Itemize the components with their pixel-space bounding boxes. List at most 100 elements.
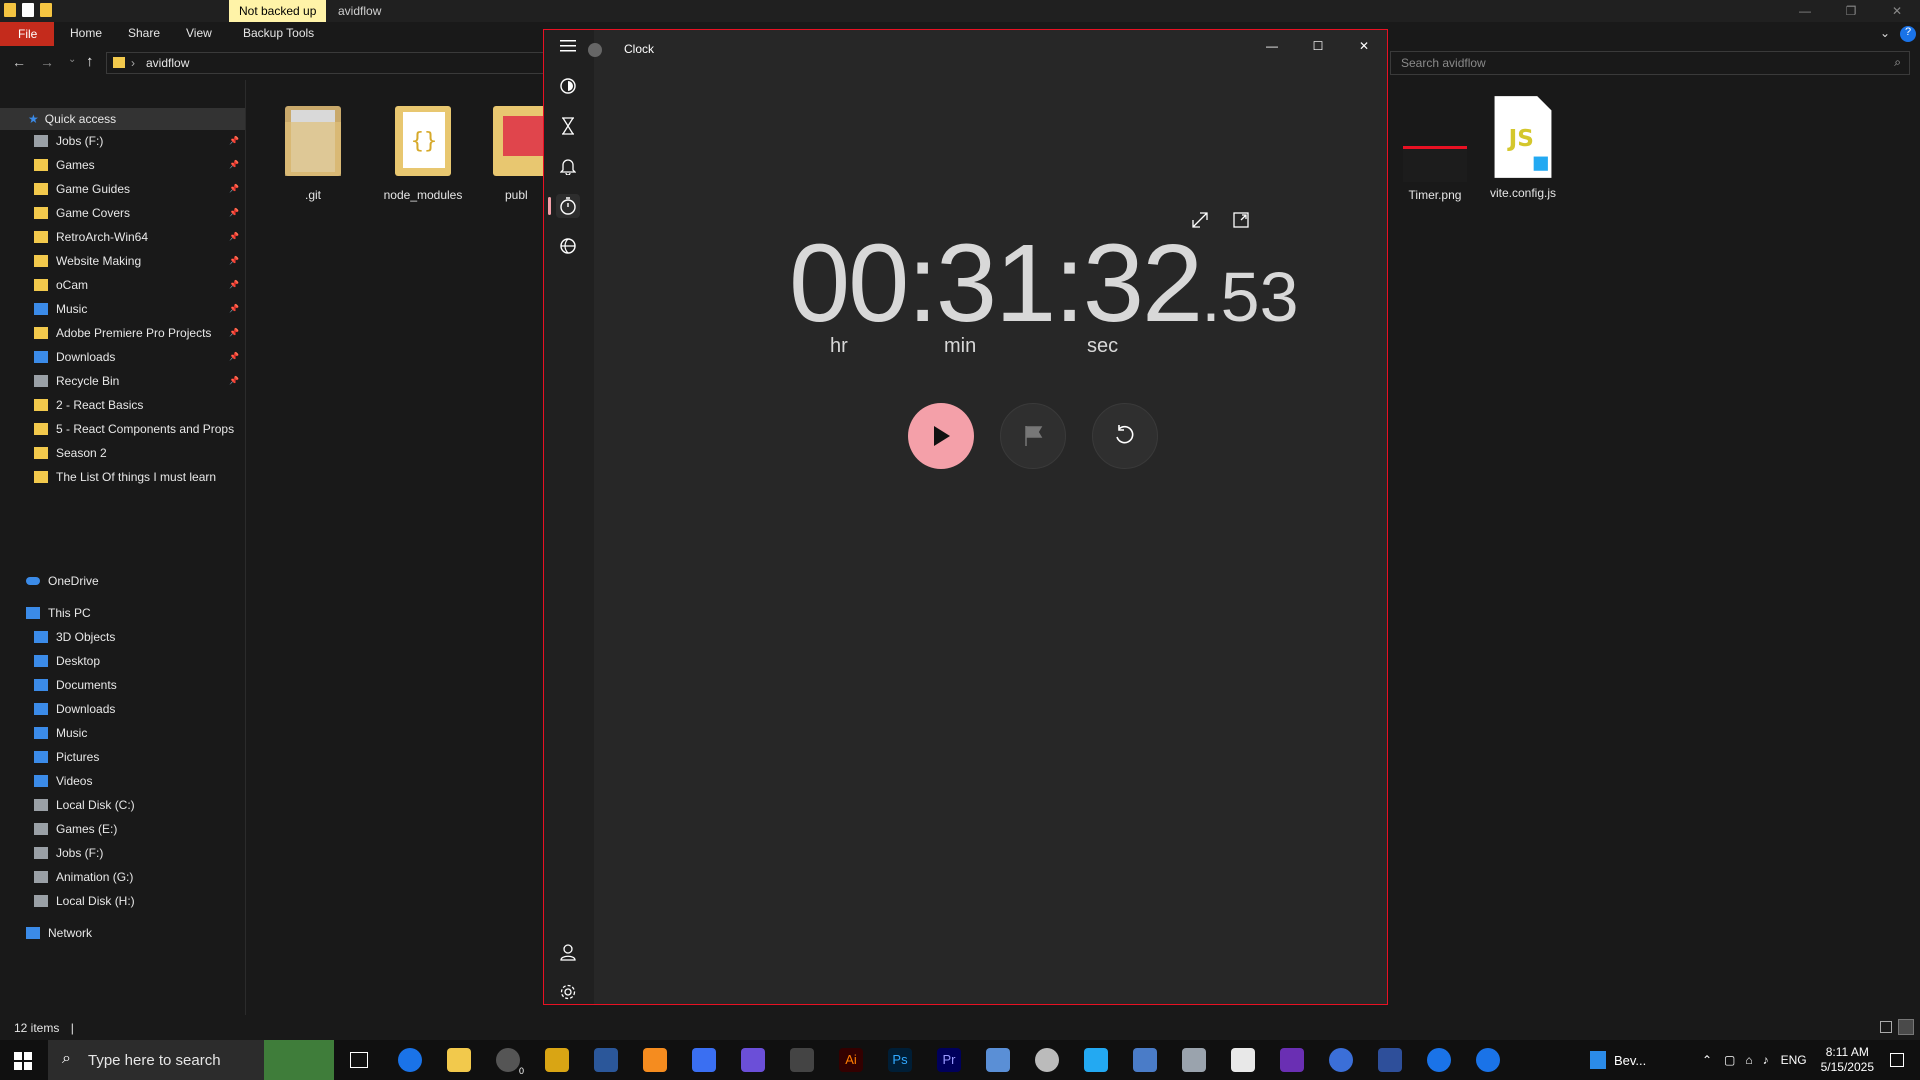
app-icon[interactable] (741, 1048, 765, 1072)
nav-pc-item[interactable]: Videos (0, 770, 245, 792)
game-icon[interactable] (790, 1048, 814, 1072)
word-icon[interactable] (594, 1048, 618, 1072)
chrome-icon[interactable] (398, 1048, 422, 1072)
minimize-button[interactable]: — (1782, 0, 1828, 22)
nav-quick-item[interactable]: oCam 📌 (0, 274, 245, 296)
nav-pc-item[interactable]: Music (0, 722, 245, 744)
alarm-bell-icon[interactable] (556, 154, 580, 178)
sticky-app-icon[interactable] (545, 1048, 569, 1072)
start-button[interactable] (908, 403, 974, 469)
restore-button[interactable]: ❐ (1828, 0, 1874, 22)
nav-quick-item[interactable]: Music 📌 (0, 298, 245, 320)
expand-ribbon-icon[interactable]: ⌄ (1880, 26, 1890, 40)
taskbar-search-box[interactable]: ⌕ Type here to search (48, 1040, 334, 1080)
app-icon[interactable] (1182, 1048, 1206, 1072)
close-button[interactable]: ✕ (1874, 0, 1920, 22)
app-icon[interactable] (1035, 1048, 1059, 1072)
forward-arrow-icon[interactable]: → (40, 54, 54, 70)
chevron-up-icon[interactable]: ⌃ (1702, 1053, 1712, 1067)
details-view-icon[interactable] (1880, 1021, 1892, 1033)
brave-icon[interactable] (643, 1048, 667, 1072)
tab-backup-tools[interactable]: Backup Tools (243, 26, 314, 40)
tab-share[interactable]: Share (128, 26, 160, 40)
nav-quick-item[interactable]: 2 - React Basics (0, 394, 245, 416)
reset-button[interactable] (1092, 403, 1158, 469)
focus-sessions-icon[interactable] (556, 74, 580, 98)
nav-quick-item[interactable]: RetroArch-Win64 📌 (0, 226, 245, 248)
file-item-timer-png[interactable]: Timer.png (1385, 96, 1485, 202)
nav-quick-item[interactable]: Games 📌 (0, 154, 245, 176)
file-explorer-icon[interactable] (447, 1048, 471, 1072)
app-icon[interactable] (692, 1048, 716, 1072)
nav-quick-item[interactable]: Game Covers 📌 (0, 202, 245, 224)
help-icon[interactable]: ? (1900, 26, 1916, 42)
language-indicator[interactable]: ENG (1781, 1053, 1807, 1067)
illustrator-icon[interactable]: Ai (839, 1048, 863, 1072)
nav-quick-item[interactable]: Website Making 📌 (0, 250, 245, 272)
file-item-node-modules[interactable]: {} node_modules (373, 96, 473, 202)
nav-pc-item[interactable]: 3D Objects (0, 626, 245, 648)
premiere-icon[interactable]: Pr (937, 1048, 961, 1072)
notifications-icon[interactable] (1890, 1053, 1904, 1067)
clock-close-button[interactable]: ✕ (1341, 30, 1387, 62)
app-icon[interactable] (1378, 1048, 1402, 1072)
search-input[interactable]: Search avidflow ⌕ (1390, 51, 1910, 75)
large-icons-view-icon[interactable] (1898, 1019, 1914, 1035)
app-icon[interactable] (1133, 1048, 1157, 1072)
app-icon[interactable] (1280, 1048, 1304, 1072)
breadcrumb[interactable]: avidflow (146, 56, 189, 70)
hamburger-menu-icon[interactable] (556, 34, 580, 58)
nav-pc-item[interactable]: Desktop (0, 650, 245, 672)
clock-taskbar-icon[interactable]: 0 (496, 1048, 524, 1076)
meet-icon[interactable]: ▢ (1724, 1053, 1735, 1067)
up-arrow-icon[interactable]: ↑ (86, 53, 94, 70)
vscode-icon[interactable] (1084, 1048, 1108, 1072)
lap-button[interactable] (1000, 403, 1066, 469)
clock-tray[interactable]: 8:11 AM 5/15/2025 (1821, 1045, 1874, 1075)
tab-file[interactable]: File (0, 22, 54, 46)
nav-quick-item[interactable]: Recycle Bin 📌 (0, 370, 245, 392)
nav-pc-item[interactable]: Local Disk (H:) (0, 890, 245, 912)
network-icon[interactable]: ⌂ (1745, 1053, 1752, 1067)
back-arrow-icon[interactable]: ← (12, 54, 26, 70)
nav-network[interactable]: Network (0, 922, 245, 944)
photoshop-icon[interactable]: Ps (888, 1048, 912, 1072)
nav-quick-item[interactable]: Downloads 📌 (0, 346, 245, 368)
account-icon[interactable] (556, 940, 580, 964)
file-item-vite-config[interactable]: JS vite.config.js (1473, 94, 1573, 200)
nav-this-pc[interactable]: This PC (0, 602, 245, 624)
nav-quick-item[interactable]: Game Guides 📌 (0, 178, 245, 200)
settings-gear-icon[interactable] (556, 980, 580, 1004)
nav-pc-item[interactable]: Downloads (0, 698, 245, 720)
nav-onedrive[interactable]: OneDrive (0, 570, 245, 592)
search-icon[interactable]: ⌕ (1894, 55, 1901, 70)
nav-pc-item[interactable]: Local Disk (C:) (0, 794, 245, 816)
new-folder-icon[interactable] (40, 3, 52, 17)
chrome-icon[interactable] (1476, 1048, 1500, 1072)
chrome-icon[interactable] (1427, 1048, 1451, 1072)
nav-pc-item[interactable]: Jobs (F:) (0, 842, 245, 864)
tab-view[interactable]: View (186, 26, 212, 40)
qbittorrent-icon[interactable] (1329, 1048, 1353, 1072)
volume-icon[interactable]: ♪ (1763, 1053, 1769, 1067)
tab-home[interactable]: Home (70, 26, 102, 40)
nav-quick-item[interactable]: Adobe Premiere Pro Projects 📌 (0, 322, 245, 344)
clock-minimize-button[interactable]: — (1249, 30, 1295, 62)
nav-quick-access[interactable]: ★ Quick access (0, 108, 245, 130)
nav-quick-item[interactable]: Season 2 (0, 442, 245, 464)
nav-pc-item[interactable]: Games (E:) (0, 818, 245, 840)
recent-locations-icon[interactable]: ⌄ (68, 54, 76, 65)
nav-quick-item[interactable]: The List Of things I must learn (0, 466, 245, 488)
nav-quick-item[interactable]: 5 - React Components and Props (0, 418, 245, 440)
nav-quick-item[interactable]: Jobs (F:) 📌 (0, 130, 245, 152)
app-icon[interactable] (1231, 1048, 1255, 1072)
nav-pc-item[interactable]: Documents (0, 674, 245, 696)
nav-pc-item[interactable]: Animation (G:) (0, 866, 245, 888)
taskbar-pinned-document[interactable]: Bev... (1590, 1040, 1646, 1080)
properties-icon[interactable] (22, 3, 34, 17)
clock-maximize-button[interactable]: ☐ (1295, 30, 1341, 62)
stopwatch-icon[interactable] (556, 194, 580, 218)
windows-start-icon[interactable] (14, 1052, 32, 1070)
hourglass-timer-icon[interactable] (556, 114, 580, 138)
task-view-icon[interactable] (350, 1052, 368, 1068)
